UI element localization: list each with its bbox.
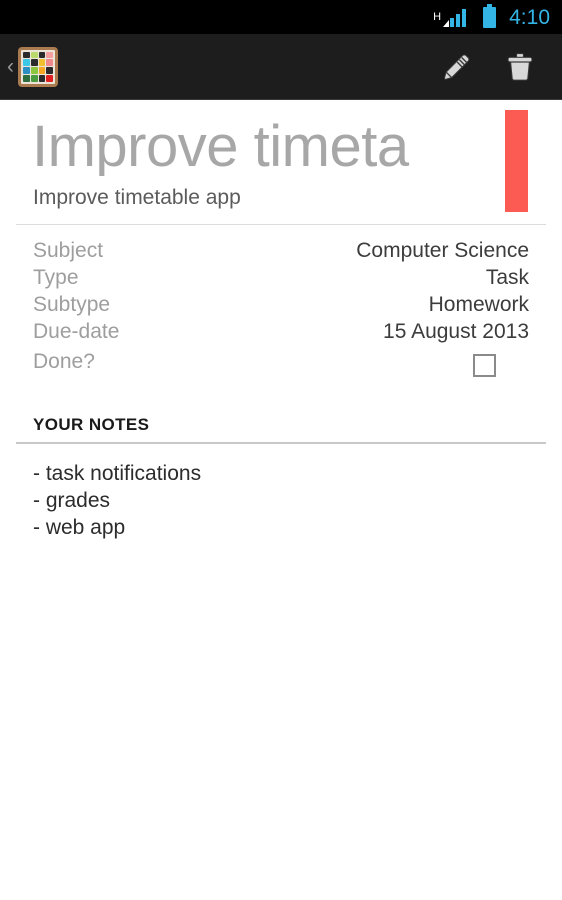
delete-button[interactable] — [496, 41, 544, 93]
action-bar-buttons — [434, 34, 562, 99]
app-logo-swatch — [23, 75, 30, 82]
task-color-flag — [505, 110, 528, 212]
app-logo-swatch — [31, 52, 38, 59]
app-logo-swatch — [39, 75, 46, 82]
done-label: Done? — [33, 345, 95, 379]
app-logo-swatch — [46, 59, 53, 66]
task-subtitle: Improve timetable app — [0, 176, 562, 210]
app-logo-swatch — [23, 67, 30, 74]
app-logo-swatch — [39, 67, 46, 74]
app-logo-swatch — [39, 59, 46, 66]
task-detail-table: Subject Computer Science Type Task Subtype Ho… — [0, 237, 562, 379]
edit-button[interactable] — [434, 41, 482, 93]
battery-full-icon — [483, 7, 496, 28]
up-caret-icon[interactable]: ‹ — [0, 56, 16, 77]
done-checkbox[interactable] — [473, 354, 496, 377]
detail-row: Subtype Homework — [33, 291, 529, 318]
task-header: Improve timeta Improve timetable app — [0, 100, 562, 210]
detail-label: Subject — [33, 237, 103, 264]
detail-row: Type Task — [33, 264, 529, 291]
app-logo-icon[interactable] — [18, 47, 58, 87]
status-bar-right: H 4:10 — [433, 7, 550, 28]
app-logo-swatch — [23, 59, 30, 66]
notes-heading: YOUR NOTES — [16, 415, 546, 435]
detail-value: Computer Science — [356, 237, 529, 264]
signal-bars-icon — [443, 8, 472, 27]
detail-label: Due-date — [33, 318, 119, 345]
status-bar: H 4:10 — [0, 0, 562, 34]
status-bar-clock: 4:10 — [509, 7, 550, 28]
action-bar: ‹ — [0, 34, 562, 100]
page-title: Improve timeta — [0, 112, 562, 176]
pencil-icon — [441, 50, 475, 84]
app-logo-swatch — [31, 67, 38, 74]
app-logo-swatch — [46, 67, 53, 74]
header-divider — [16, 224, 546, 225]
detail-row: Subject Computer Science — [33, 237, 529, 264]
trash-icon — [503, 50, 537, 84]
detail-value: Task — [486, 264, 529, 291]
detail-value: Homework — [429, 291, 529, 318]
notes-section: YOUR NOTES - task notifications - grades… — [0, 415, 562, 541]
app-logo-swatch — [46, 75, 53, 82]
app-logo-swatch — [31, 59, 38, 66]
detail-row: Due-date 15 August 2013 — [33, 318, 529, 345]
notes-body: - task notifications - grades - web app — [16, 444, 546, 541]
app-logo-swatch — [39, 52, 46, 59]
network-type-label: H — [433, 12, 441, 23]
app-logo-swatch — [46, 52, 53, 59]
done-row: Done? — [33, 345, 529, 379]
app-logo-swatch — [31, 75, 38, 82]
task-detail-content: Improve timeta Improve timetable app Sub… — [0, 100, 562, 541]
detail-value: 15 August 2013 — [383, 318, 529, 345]
detail-label: Subtype — [33, 291, 110, 318]
detail-label: Type — [33, 264, 79, 291]
app-logo-swatch — [23, 52, 30, 59]
